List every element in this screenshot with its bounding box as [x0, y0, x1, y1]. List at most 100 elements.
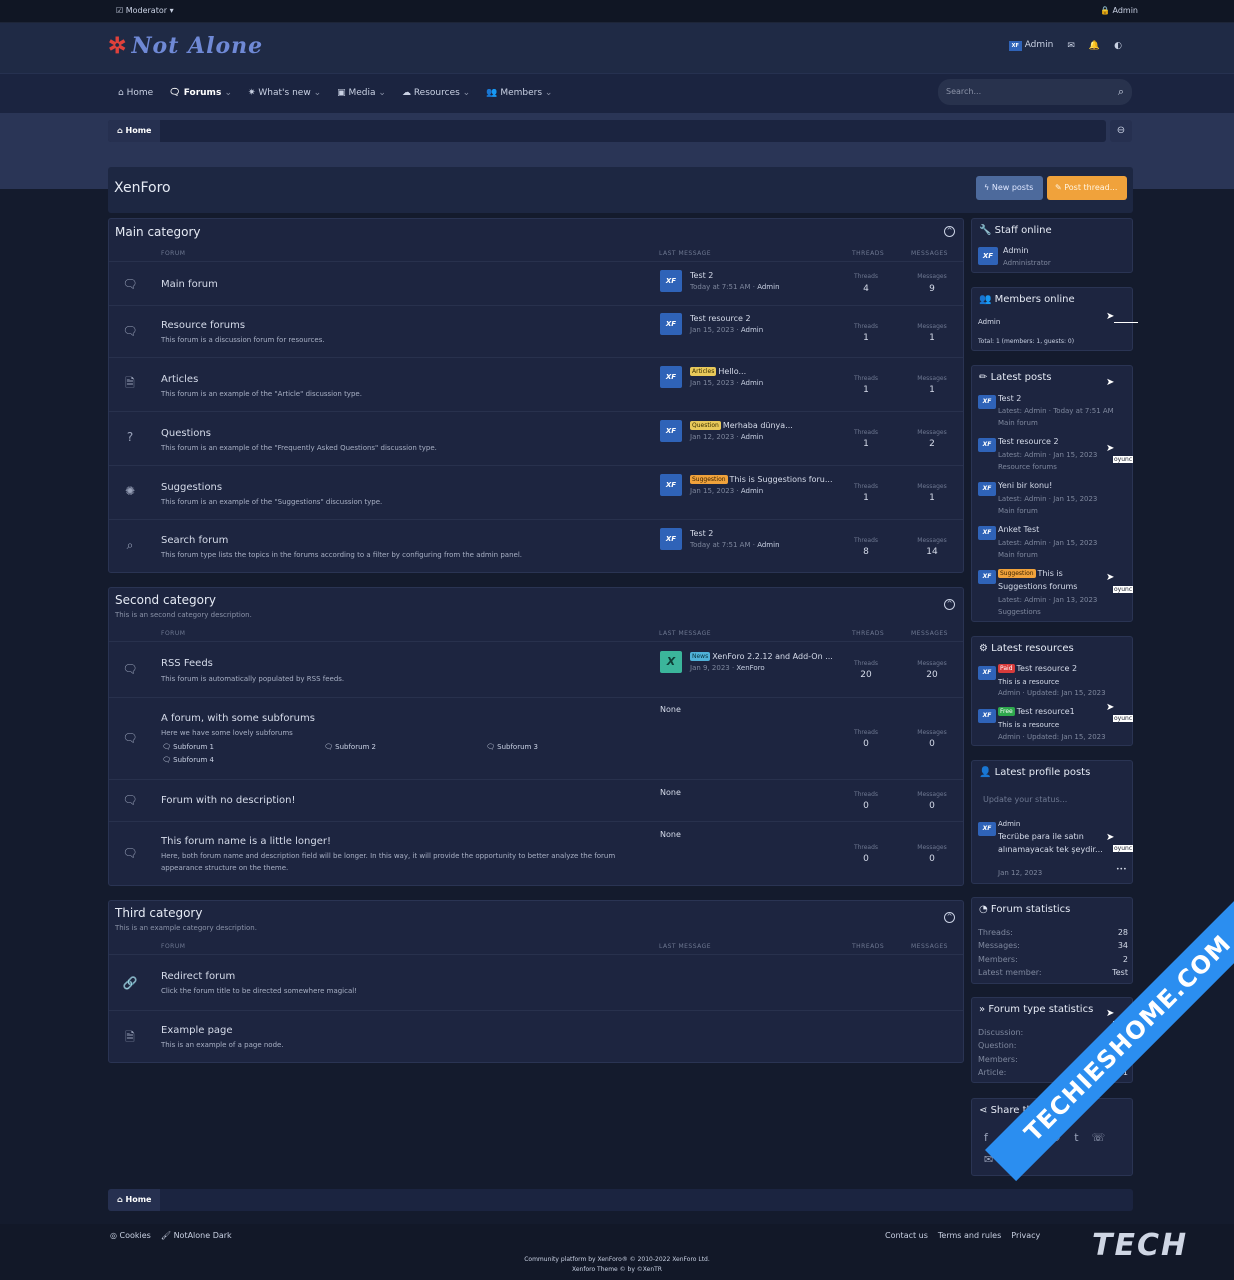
admin-link[interactable]: 🔒 Admin	[1100, 6, 1138, 15]
collapse-icon[interactable]: ^	[944, 226, 955, 237]
chevron-down-icon[interactable]: ⌄	[378, 88, 386, 98]
resource-title[interactable]: Paid Test resource 2	[998, 664, 1077, 673]
subforum-link[interactable]: 🗨 Subforum 2	[324, 743, 376, 751]
nav-media[interactable]: ▣ Media ⌄	[337, 88, 386, 98]
resource-title[interactable]: Free Test resource1	[998, 707, 1075, 716]
profile-post-author[interactable]: Admin	[998, 820, 1020, 828]
facebook-icon[interactable]: f	[984, 1131, 988, 1144]
stat-value[interactable]: Test	[1112, 968, 1128, 977]
last-message-title[interactable]: Suggestion This is Suggestions foru...	[690, 475, 833, 484]
avatar[interactable]: XF	[978, 822, 996, 836]
toggle-icon[interactable]: ⊖	[1110, 120, 1132, 142]
last-message-user[interactable]: Admin	[741, 487, 763, 495]
last-message-title[interactable]: Test 2	[690, 529, 713, 538]
forum-title[interactable]: Redirect forum	[161, 971, 235, 982]
last-message-title[interactable]: Test 2	[690, 271, 713, 280]
avatar[interactable]: XF	[978, 570, 996, 584]
breadcrumb-home[interactable]: ⌂ Home	[108, 1189, 161, 1211]
bell-icon[interactable]: 🔔	[1089, 41, 1100, 51]
post-title[interactable]: Yeni bir konu!	[998, 481, 1052, 490]
forum-title[interactable]: A forum, with some subforums	[161, 713, 315, 724]
last-message-user[interactable]: XenForo	[736, 664, 764, 672]
forum-title[interactable]: Forum with no description!	[161, 795, 296, 806]
staff-name[interactable]: Admin	[1003, 246, 1029, 255]
category-title[interactable]: Main category	[115, 225, 201, 239]
avatar[interactable]: XF	[978, 395, 996, 409]
forum-title[interactable]: RSS Feeds	[161, 658, 213, 669]
subforum-link[interactable]: 🗨 Subforum 1	[162, 743, 214, 751]
style-chooser-link[interactable]: 🖌 NotAlone Dark	[161, 1231, 232, 1240]
post-forum[interactable]: Resource forums	[998, 463, 1057, 471]
chevron-down-icon[interactable]: ⌄	[463, 88, 471, 98]
collapse-icon[interactable]: ^	[944, 599, 955, 610]
moderator-menu[interactable]: ☑ Moderator ▾	[116, 6, 174, 15]
search-input[interactable]: Search... ⌕	[938, 79, 1132, 105]
nav-forums[interactable]: 🗨 Forums ⌄	[169, 88, 232, 98]
nav-members[interactable]: 👥 Members ⌄	[486, 88, 552, 98]
category-title[interactable]: Third category	[115, 906, 202, 920]
avatar[interactable]: XF	[660, 313, 682, 335]
avatar[interactable]: XF	[978, 482, 996, 496]
whatsapp-icon[interactable]: ☏	[1092, 1131, 1106, 1144]
category-title[interactable]: Second category	[115, 593, 216, 607]
forum-title[interactable]: Resource forums	[161, 320, 245, 331]
forum-title[interactable]: Suggestions	[161, 482, 222, 493]
avatar[interactable]: XF	[660, 528, 682, 550]
post-title[interactable]: Test 2	[998, 394, 1021, 403]
last-message-user[interactable]: Admin	[757, 541, 779, 549]
status-input[interactable]: Update your status...	[983, 795, 1067, 804]
account-link[interactable]: XF Admin	[1008, 40, 1053, 51]
last-message-user[interactable]: Admin	[741, 433, 763, 441]
subforum-link[interactable]: 🗨 Subforum 4	[162, 756, 214, 764]
post-title-cont[interactable]: Suggestions forums	[998, 582, 1077, 591]
last-message-title[interactable]: Test resource 2	[690, 314, 751, 323]
inbox-icon[interactable]: ✉	[1067, 41, 1075, 51]
last-message-title[interactable]: News XenForo 2.2.12 and Add-On ...	[690, 652, 833, 661]
forum-title[interactable]: Search forum	[161, 535, 228, 546]
avatar[interactable]: XF	[660, 474, 682, 496]
last-message-user[interactable]: Admin	[741, 379, 763, 387]
chevron-down-icon[interactable]: ⌄	[224, 88, 232, 98]
more-options-icon[interactable]: •••	[1116, 866, 1127, 873]
forum-title[interactable]: Main forum	[161, 279, 218, 290]
nav-resources[interactable]: ☁ Resources ⌄	[402, 88, 470, 98]
last-message-user[interactable]: Admin	[757, 283, 779, 291]
contact-link[interactable]: Contact us	[885, 1231, 928, 1240]
avatar[interactable]: XF	[660, 420, 682, 442]
post-title[interactable]: Suggestion This is	[998, 569, 1063, 578]
forum-title[interactable]: This forum name is a little longer!	[161, 836, 331, 847]
site-logo[interactable]: ✲ Not Alone	[108, 33, 263, 59]
post-forum[interactable]: Main forum	[998, 507, 1038, 515]
tumblr-icon[interactable]: t	[1074, 1131, 1078, 1144]
forum-title[interactable]: Articles	[161, 374, 198, 385]
post-forum[interactable]: Suggestions	[998, 608, 1041, 616]
forum-title[interactable]: Questions	[161, 428, 211, 439]
last-message-title[interactable]: Articles Hello...	[690, 367, 746, 376]
collapse-icon[interactable]: ^	[944, 912, 955, 923]
breadcrumb-home[interactable]: ⌂ Home	[108, 120, 161, 142]
terms-link[interactable]: Terms and rules	[938, 1231, 1001, 1240]
avatar[interactable]: X	[660, 651, 682, 673]
avatar[interactable]: XF	[978, 247, 998, 265]
avatar[interactable]: XF	[978, 709, 996, 723]
post-title[interactable]: Test resource 2	[998, 437, 1059, 446]
avatar[interactable]: XF	[660, 270, 682, 292]
avatar[interactable]: XF	[978, 526, 996, 540]
nav-whats-new[interactable]: ✷ What's new ⌄	[248, 88, 321, 98]
last-message-user[interactable]: Admin	[741, 326, 763, 334]
chevron-down-icon[interactable]: ⌄	[545, 88, 553, 98]
online-member[interactable]: Admin	[978, 318, 1000, 326]
avatar[interactable]: XF	[978, 666, 996, 680]
chevron-down-icon[interactable]: ⌄	[314, 88, 322, 98]
post-thread-button[interactable]: ✎ Post thread...	[1047, 176, 1127, 200]
new-posts-button[interactable]: ϟ New posts	[976, 176, 1043, 200]
post-title[interactable]: Anket Test	[998, 525, 1039, 534]
last-message-title[interactable]: Question Merhaba dünya...	[690, 421, 793, 430]
style-variation-icon[interactable]: ◐	[1114, 41, 1122, 51]
avatar[interactable]: XF	[978, 438, 996, 452]
search-icon[interactable]: ⌕	[1118, 85, 1124, 99]
post-forum[interactable]: Main forum	[998, 551, 1038, 559]
forum-title[interactable]: Example page	[161, 1025, 233, 1036]
nav-home[interactable]: ⌂ Home	[118, 88, 153, 98]
privacy-link[interactable]: Privacy	[1011, 1231, 1040, 1240]
